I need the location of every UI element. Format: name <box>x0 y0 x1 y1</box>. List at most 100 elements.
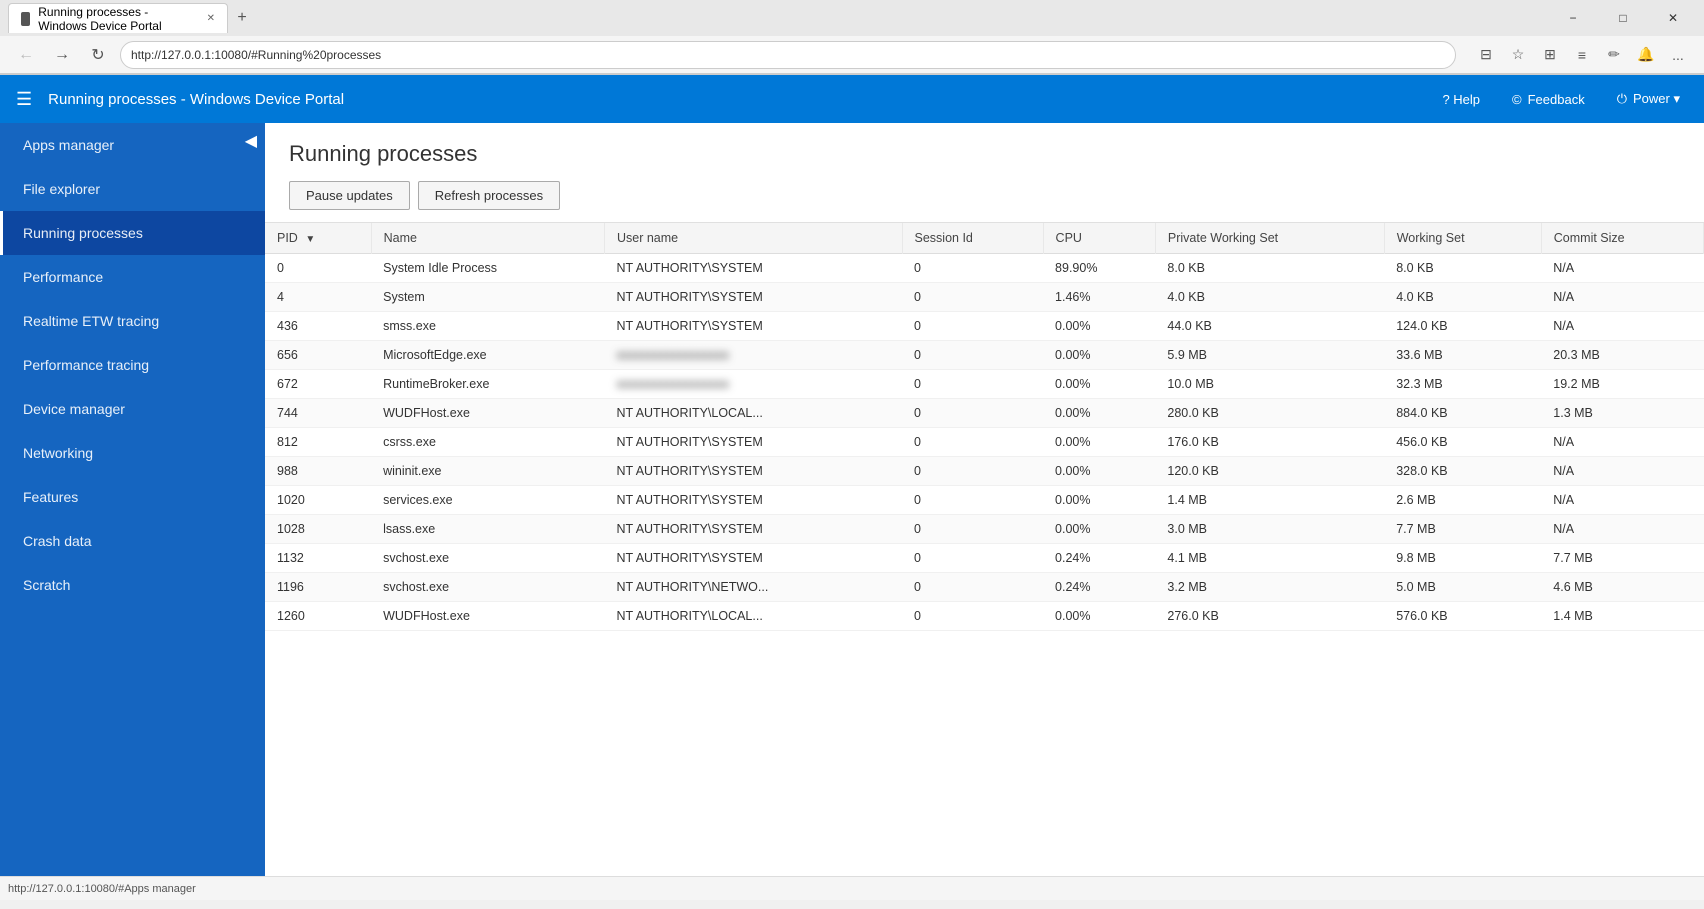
sidebar-collapse-button[interactable]: ◀ <box>245 131 257 151</box>
sidebar-item-scratch[interactable]: Scratch <box>0 563 265 607</box>
col-private-ws[interactable]: Private Working Set <box>1155 223 1384 254</box>
feedback-button[interactable]: © Feedback <box>1504 88 1593 111</box>
cell-user: NT AUTHORITY\LOCAL... <box>604 602 902 631</box>
hub-button[interactable]: ⊞ <box>1536 41 1564 69</box>
cell-commit: 4.6 MB <box>1541 573 1703 602</box>
settings-button[interactable]: ≡ <box>1568 41 1596 69</box>
cell-cpu: 89.90% <box>1043 254 1155 283</box>
cell-pid: 0 <box>265 254 371 283</box>
table-row: 0 System Idle Process NT AUTHORITY\SYSTE… <box>265 254 1704 283</box>
tab-close-btn[interactable]: ✕ <box>207 13 215 24</box>
hamburger-icon[interactable]: ☰ <box>16 89 32 110</box>
more-button[interactable]: ... <box>1664 41 1692 69</box>
cell-user: xxxxxxxxxxxxxxxxxx <box>604 370 902 399</box>
favorites-button[interactable]: ☆ <box>1504 41 1532 69</box>
cell-name: WUDFHost.exe <box>371 602 604 631</box>
table-row: 1028 lsass.exe NT AUTHORITY\SYSTEM 0 0.0… <box>265 515 1704 544</box>
cell-cpu: 0.00% <box>1043 341 1155 370</box>
col-pid[interactable]: PID ▼ <box>265 223 371 254</box>
cell-private-ws: 10.0 MB <box>1155 370 1384 399</box>
cell-user: NT AUTHORITY\SYSTEM <box>604 486 902 515</box>
col-session[interactable]: Session Id <box>902 223 1043 254</box>
maximize-button[interactable]: □ <box>1600 2 1646 34</box>
user-cell: NT AUTHORITY\SYSTEM <box>616 522 762 536</box>
minimize-button[interactable]: − <box>1550 2 1596 34</box>
sidebar-item-device-manager[interactable]: Device manager <box>0 387 265 431</box>
table-row: 1020 services.exe NT AUTHORITY\SYSTEM 0 … <box>265 486 1704 515</box>
cell-commit: 7.7 MB <box>1541 544 1703 573</box>
cell-private-ws: 280.0 KB <box>1155 399 1384 428</box>
sidebar-item-running-processes[interactable]: Running processes <box>0 211 265 255</box>
cell-commit: N/A <box>1541 254 1703 283</box>
user-cell: NT AUTHORITY\SYSTEM <box>616 464 762 478</box>
cell-private-ws: 1.4 MB <box>1155 486 1384 515</box>
header-actions: ? Help © Feedback ⏻ Power ▾ <box>1434 87 1688 111</box>
feedback-icon: © <box>1512 92 1522 107</box>
close-button[interactable]: ✕ <box>1650 2 1696 34</box>
sidebar-item-performance[interactable]: Performance <box>0 255 265 299</box>
cell-session: 0 <box>902 370 1043 399</box>
col-working-set[interactable]: Working Set <box>1384 223 1541 254</box>
col-cpu[interactable]: CPU <box>1043 223 1155 254</box>
reader-view-button[interactable]: ⊟ <box>1472 41 1500 69</box>
content-area: Running processes Pause updates Refresh … <box>265 123 1704 876</box>
cell-pid: 1260 <box>265 602 371 631</box>
cell-cpu: 0.00% <box>1043 428 1155 457</box>
cell-cpu: 0.24% <box>1043 573 1155 602</box>
table-row: 988 wininit.exe NT AUTHORITY\SYSTEM 0 0.… <box>265 457 1704 486</box>
power-button[interactable]: ⏻ Power ▾ <box>1609 87 1688 111</box>
main-layout: ◀ Apps managerFile explorerRunning proce… <box>0 123 1704 876</box>
sidebar-item-features[interactable]: Features <box>0 475 265 519</box>
cell-user: NT AUTHORITY\NETWO... <box>604 573 902 602</box>
cell-commit: 1.4 MB <box>1541 602 1703 631</box>
browser-tab[interactable]: Running processes - Windows Device Porta… <box>8 3 228 33</box>
help-button[interactable]: ? Help <box>1434 88 1488 111</box>
cell-pid: 436 <box>265 312 371 341</box>
forward-button[interactable]: → <box>48 41 76 69</box>
cell-name: System Idle Process <box>371 254 604 283</box>
cell-working-set: 884.0 KB <box>1384 399 1541 428</box>
address-input[interactable] <box>120 41 1456 69</box>
cell-working-set: 5.0 MB <box>1384 573 1541 602</box>
refresh-processes-button[interactable]: Refresh processes <box>418 181 560 210</box>
sidebar-item-realtime-etw-tracing[interactable]: Realtime ETW tracing <box>0 299 265 343</box>
browser-actions: ⊟ ☆ ⊞ ≡ ✏ 🔔 ... <box>1472 41 1692 69</box>
cell-session: 0 <box>902 602 1043 631</box>
status-url: http://127.0.0.1:10080/#Apps manager <box>8 883 196 895</box>
cell-session: 0 <box>902 428 1043 457</box>
sidebar-item-networking[interactable]: Networking <box>0 431 265 475</box>
sidebar-item-file-explorer[interactable]: File explorer <box>0 167 265 211</box>
pause-updates-button[interactable]: Pause updates <box>289 181 410 210</box>
col-username[interactable]: User name <box>604 223 902 254</box>
user-cell: NT AUTHORITY\SYSTEM <box>616 261 762 275</box>
cell-working-set: 33.6 MB <box>1384 341 1541 370</box>
processes-table-container[interactable]: PID ▼ Name User name Session Id CPU Priv… <box>265 223 1704 876</box>
cell-private-ws: 4.1 MB <box>1155 544 1384 573</box>
table-row: 812 csrss.exe NT AUTHORITY\SYSTEM 0 0.00… <box>265 428 1704 457</box>
cell-user: NT AUTHORITY\SYSTEM <box>604 283 902 312</box>
cell-commit: N/A <box>1541 457 1703 486</box>
new-tab-button[interactable]: + <box>228 4 256 32</box>
cell-pid: 656 <box>265 341 371 370</box>
cell-name: svchost.exe <box>371 544 604 573</box>
notes-button[interactable]: ✏ <box>1600 41 1628 69</box>
sidebar-item-performance-tracing[interactable]: Performance tracing <box>0 343 265 387</box>
sidebar-item-crash-data[interactable]: Crash data <box>0 519 265 563</box>
cell-working-set: 576.0 KB <box>1384 602 1541 631</box>
notifications-button[interactable]: 🔔 <box>1632 41 1660 69</box>
col-name[interactable]: Name <box>371 223 604 254</box>
cell-session: 0 <box>902 544 1043 573</box>
cell-user: xxxxxxxxxxxxxxxxxx <box>604 341 902 370</box>
sidebar-item-apps-manager[interactable]: Apps manager <box>0 123 265 167</box>
feedback-label: Feedback <box>1528 92 1585 107</box>
back-button[interactable]: ← <box>12 41 40 69</box>
address-bar: ← → ↻ ⊟ ☆ ⊞ ≡ ✏ 🔔 ... <box>0 36 1704 74</box>
cell-session: 0 <box>902 573 1043 602</box>
cell-user: NT AUTHORITY\LOCAL... <box>604 399 902 428</box>
user-cell: NT AUTHORITY\SYSTEM <box>616 290 762 304</box>
user-cell: NT AUTHORITY\LOCAL... <box>616 406 762 420</box>
col-commit[interactable]: Commit Size <box>1541 223 1703 254</box>
refresh-button[interactable]: ↻ <box>84 41 112 69</box>
cell-working-set: 456.0 KB <box>1384 428 1541 457</box>
cell-name: wininit.exe <box>371 457 604 486</box>
